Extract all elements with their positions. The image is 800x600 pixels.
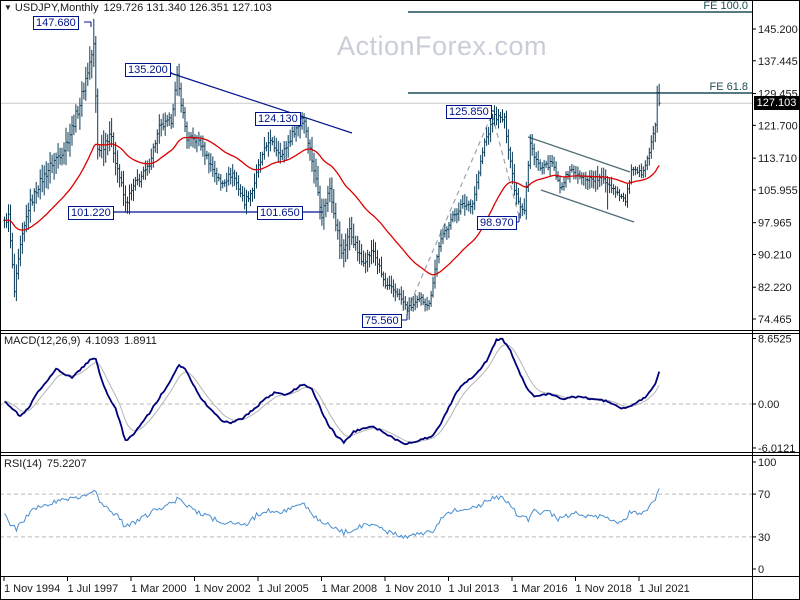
time-axis-label[interactable]: 1 Nov 2002: [195, 583, 251, 595]
price-annotation-label[interactable]: 125.850: [446, 105, 492, 119]
price-annotation-label[interactable]: 75.560: [362, 314, 402, 328]
time-axis-label[interactable]: 1 Nov 2010: [385, 583, 441, 595]
chart-canvas[interactable]: FE 100.0FE 61.8145.200137.445129.455121.…: [0, 0, 800, 600]
macd-name: MACD(12,26,9): [4, 335, 81, 347]
ohlc-values: 129.726 131.340 126.351 127.103: [103, 2, 272, 14]
trendline-zigzag-dashed[interactable]: [406, 112, 519, 312]
rsi-line: [4, 488, 660, 540]
rsi-axis-label[interactable]: 30: [758, 532, 770, 544]
price-axis-label[interactable]: 113.710: [758, 153, 797, 165]
price-annotation-label[interactable]: 135.200: [125, 63, 171, 77]
macd-axis-label[interactable]: -6.0121: [758, 443, 795, 455]
rsi-indicator-label: RSI(14) 75.2207: [4, 458, 87, 470]
macd-axis-label[interactable]: 8.6525: [758, 333, 792, 345]
rsi-axis-label[interactable]: 70: [758, 489, 770, 501]
symbol-label: USDJPY,Monthly: [14, 2, 99, 14]
macd-axis-label[interactable]: 0.00: [758, 399, 779, 411]
trendline-channel-lower[interactable]: [540, 189, 635, 223]
price-axis-label[interactable]: 145.200: [758, 24, 798, 36]
price-annotation-label[interactable]: 101.220: [68, 206, 114, 220]
macd-signal-line: [4, 344, 660, 443]
price-annotation-label[interactable]: 98.970: [477, 216, 517, 230]
price-axis-label[interactable]: 74.465: [758, 314, 792, 326]
rsi-axis-label[interactable]: 0: [758, 564, 764, 576]
price-axis-label[interactable]: 137.445: [758, 56, 798, 68]
price-axis-label[interactable]: 105.955: [758, 185, 798, 197]
price-axis-label[interactable]: 121.700: [758, 120, 798, 132]
price-axis-label[interactable]: 90.210: [758, 249, 792, 261]
price-axis-label[interactable]: 97.965: [758, 218, 792, 230]
price-axis-label[interactable]: 82.220: [758, 282, 792, 294]
macd-main-value: 4.1093: [85, 335, 120, 347]
rsi-name: RSI(14): [4, 458, 42, 470]
price-annotation-label[interactable]: 101.650: [257, 206, 303, 220]
trendline-channel-upper[interactable]: [527, 136, 631, 173]
rsi-main-value: 75.2207: [46, 458, 87, 470]
price-annotation-label[interactable]: 147.680: [33, 16, 79, 30]
fib-level-label: FE 61.8: [709, 81, 748, 93]
macd-indicator-label: MACD(12,26,9) 4.1093 1.8911: [4, 335, 157, 347]
rsi-axis-label[interactable]: 100: [758, 457, 776, 469]
time-axis-label[interactable]: 1 Nov 1994: [4, 583, 60, 595]
price-bars: [4, 18, 660, 320]
time-axis-label[interactable]: 1 Mar 2000: [131, 583, 187, 595]
time-axis-label[interactable]: 1 Nov 2018: [576, 583, 632, 595]
chart-window: { "window": { "symbol_label": "USDJPY,Mo…: [0, 0, 800, 600]
price-annotation-label[interactable]: 124.130: [255, 112, 301, 126]
expand-symbol-icon[interactable]: ▼: [4, 3, 12, 12]
time-axis-label[interactable]: 1 Jul 2013: [449, 583, 500, 595]
time-axis-label[interactable]: 1 Mar 2016: [512, 583, 568, 595]
time-axis-label[interactable]: 1 Jul 1997: [68, 583, 119, 595]
fib-level-label: FE 100.0: [703, 0, 748, 12]
current-price-badge: 127.103: [754, 96, 799, 110]
macd-main-line: [4, 337, 661, 446]
time-axis-label[interactable]: 1 Mar 2008: [322, 583, 378, 595]
symbol-info-bar: ▼ USDJPY,Monthly 129.726 131.340 126.351 1…: [4, 2, 272, 14]
time-axis-label[interactable]: 1 Jul 2005: [258, 583, 309, 595]
time-axis-label[interactable]: 1 Jul 2021: [639, 583, 690, 595]
macd-signal-value: 1.8911: [124, 335, 157, 347]
